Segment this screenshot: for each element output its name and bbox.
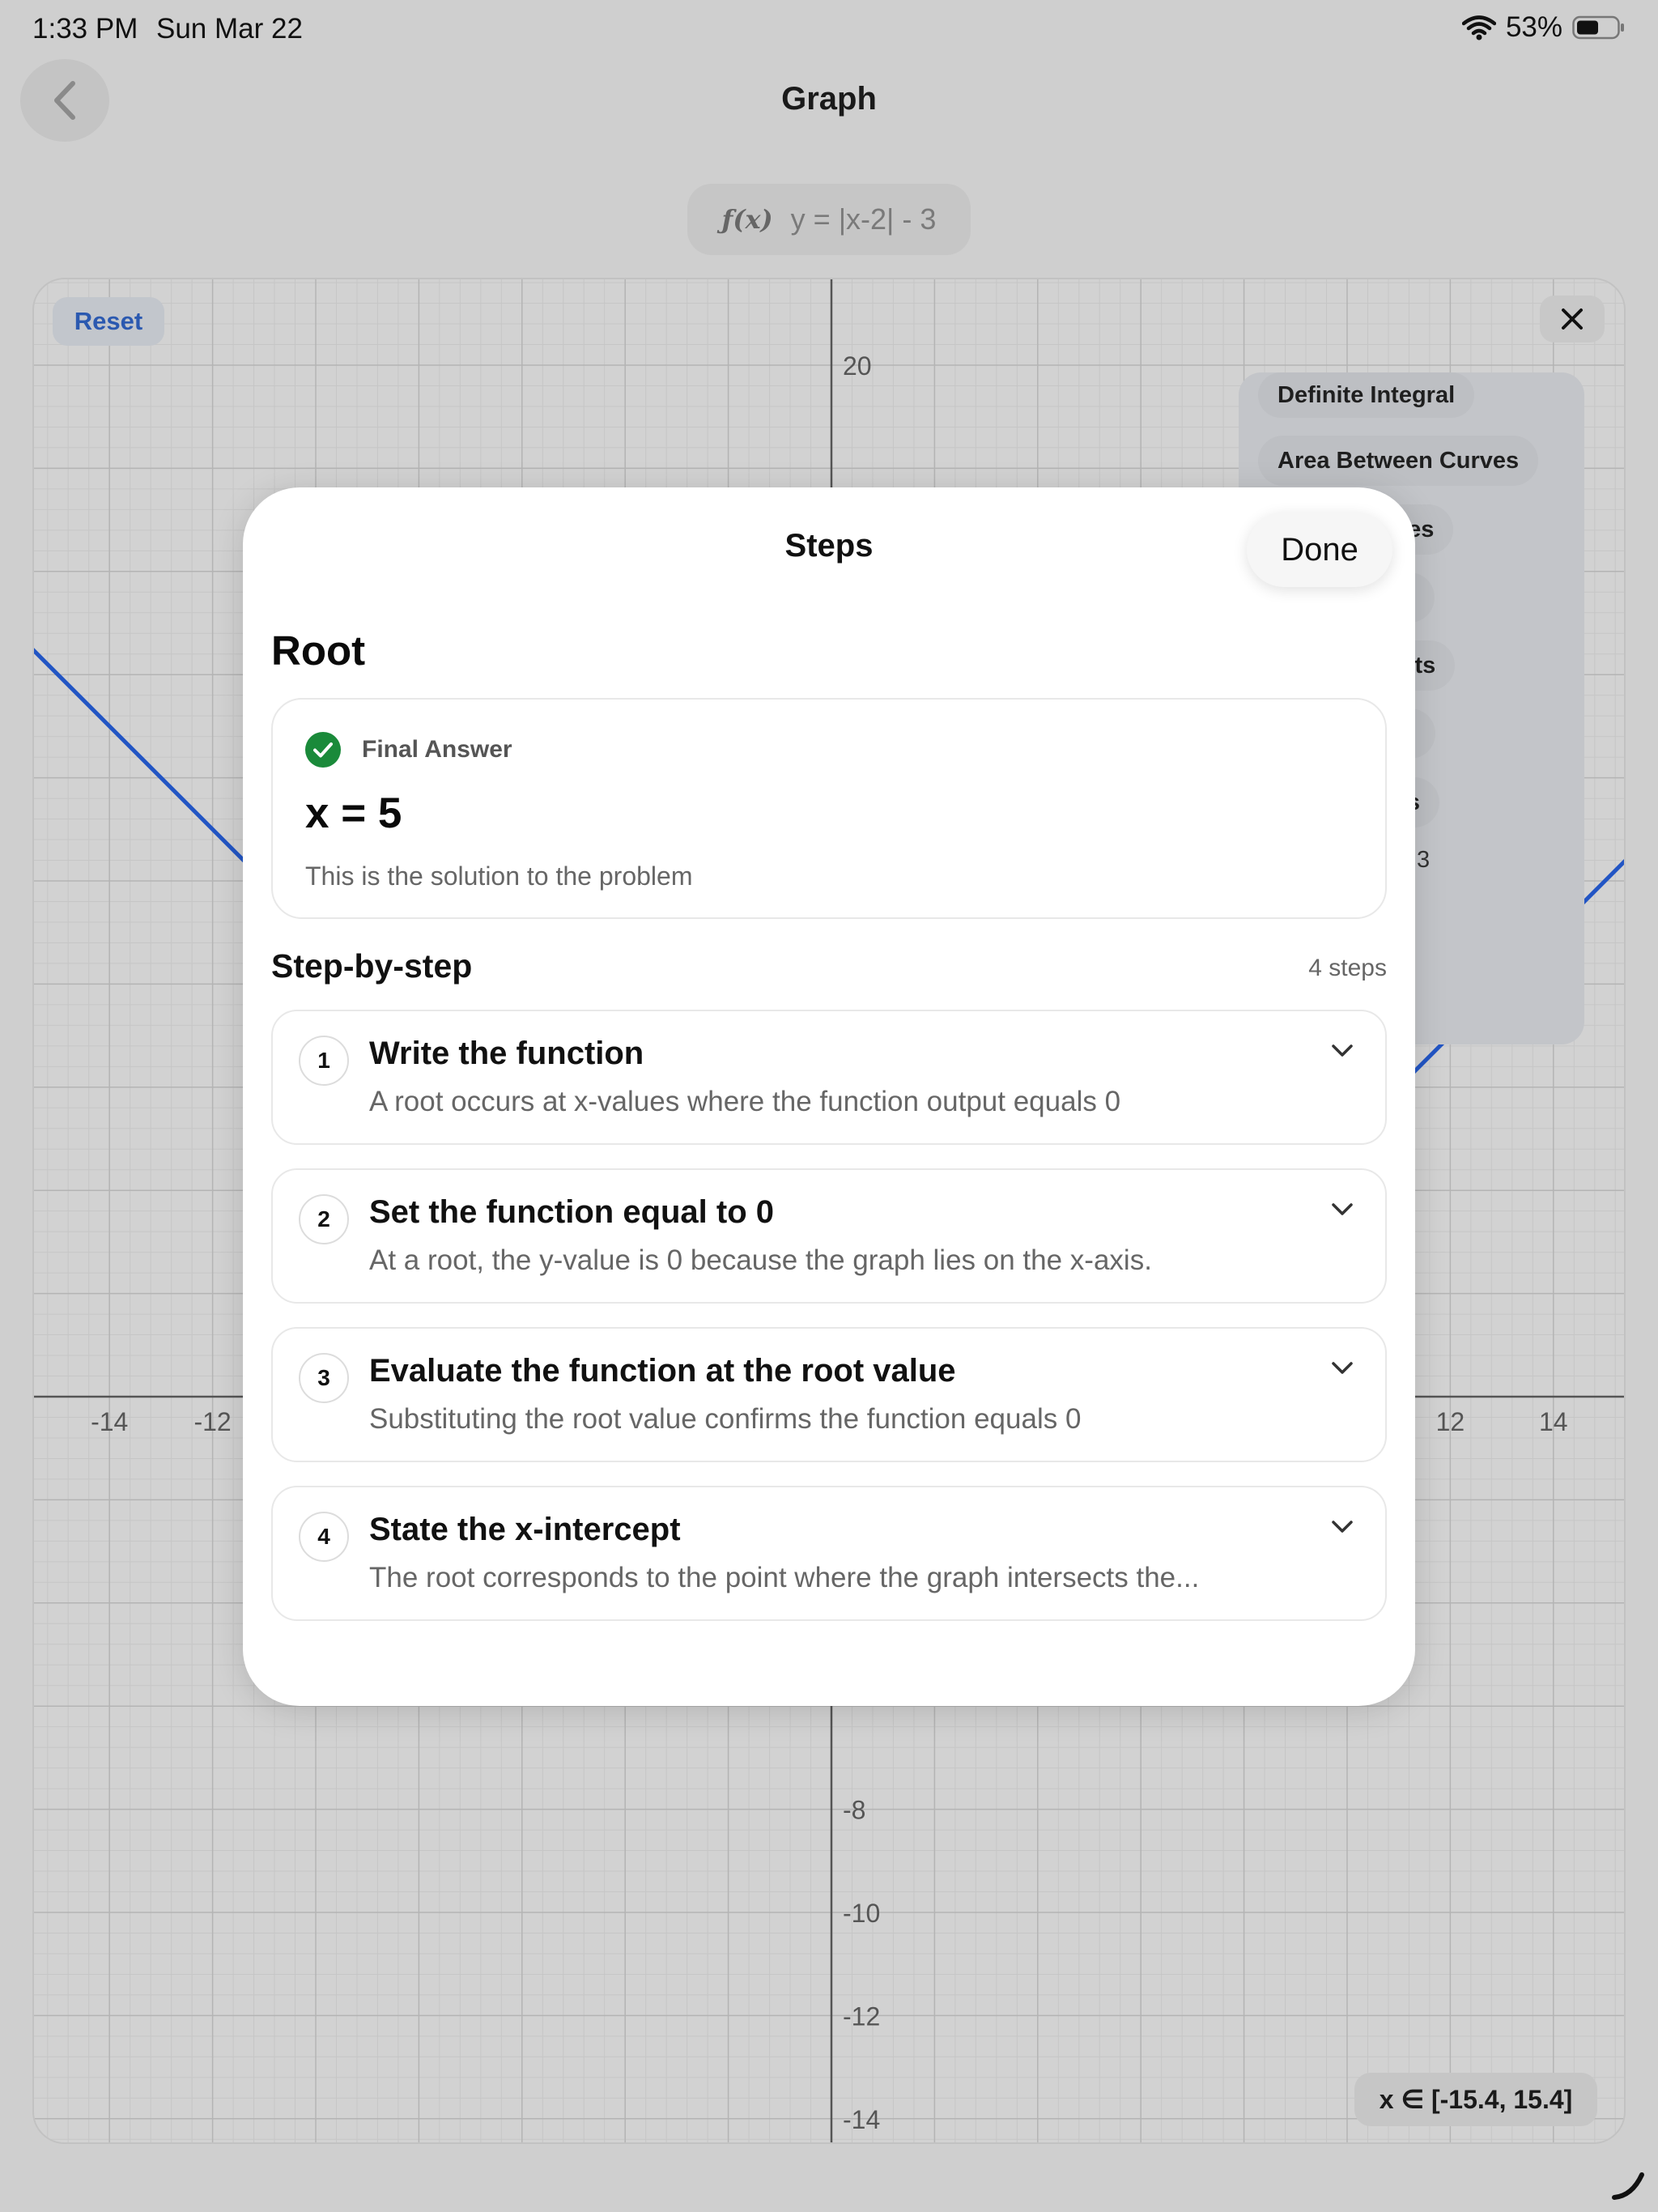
step-title: Evaluate the function at the root value	[369, 1353, 956, 1389]
final-answer-description: This is the solution to the problem	[305, 861, 693, 891]
final-answer-value: x = 5	[305, 789, 402, 837]
final-answer-card: Final Answer x = 5 This is the solution …	[271, 698, 1387, 919]
close-icon	[1562, 308, 1583, 330]
function-expression: y = |x-2| - 3	[790, 202, 937, 236]
tool-definite-integral[interactable]: Definite Integral	[1258, 372, 1475, 418]
step-card-3[interactable]: 3 Evaluate the function at the root valu…	[271, 1327, 1387, 1462]
function-pill[interactable]: ƒ(x) y = |x-2| - 3	[687, 184, 971, 255]
reset-button[interactable]: Reset	[53, 297, 164, 346]
y-tick-label: -12	[843, 2001, 880, 2031]
function-icon: ƒ(x)	[721, 204, 773, 235]
step-card-4[interactable]: 4 State the x-intercept The root corresp…	[271, 1486, 1387, 1621]
step-number: 2	[299, 1194, 349, 1244]
y-tick-label: -10	[843, 1899, 880, 1928]
y-tick-label: -8	[843, 1796, 865, 1825]
step-number: 4	[299, 1512, 349, 1562]
battery-percent: 53%	[1505, 11, 1562, 43]
tool-area-between-curves[interactable]: Area Between Curves	[1258, 436, 1539, 486]
battery-icon	[1572, 15, 1624, 40]
x-tick-label: -14	[91, 1407, 128, 1436]
step-title: State the x-intercept	[369, 1512, 681, 1547]
step-number: 3	[299, 1353, 349, 1403]
step-card-1[interactable]: 1 Write the function A root occurs at x-…	[271, 1010, 1387, 1145]
step-description: At a root, the y-value is 0 because the …	[369, 1244, 1152, 1276]
x-range-pill[interactable]: x ∈ [-15.4, 15.4]	[1354, 2073, 1597, 2126]
step-card-2[interactable]: 2 Set the function equal to 0 At a root,…	[271, 1168, 1387, 1304]
tool-extra-value: 3	[1417, 847, 1431, 873]
chevron-down-icon[interactable]	[1328, 1194, 1357, 1223]
pencil-stroke-icon	[1612, 2172, 1644, 2200]
chevron-down-icon[interactable]	[1328, 1036, 1357, 1065]
x-tick-label: 14	[1539, 1407, 1568, 1436]
y-tick-label: 20	[843, 351, 872, 381]
steps-sheet: Steps Done Root Final Answer x = 5 This …	[243, 487, 1415, 1706]
step-description: The root corresponds to the point where …	[369, 1562, 1200, 1593]
section-heading: Root	[271, 627, 366, 674]
step-title: Write the function	[369, 1036, 644, 1071]
check-circle-icon	[305, 732, 341, 768]
status-date: Sun Mar 22	[156, 13, 303, 45]
status-bar: 1:33 PM Sun Mar 22 53%	[0, 0, 1658, 58]
status-right: 53%	[1461, 11, 1626, 44]
step-count: 4 steps	[1308, 955, 1387, 981]
final-answer-label: Final Answer	[362, 736, 512, 763]
chevron-down-icon[interactable]	[1328, 1512, 1357, 1541]
wifi-icon	[1461, 15, 1496, 40]
chevron-down-icon[interactable]	[1328, 1353, 1357, 1382]
x-tick-label: -12	[193, 1407, 231, 1436]
done-button[interactable]: Done	[1247, 513, 1392, 587]
sheet-title: Steps	[784, 528, 874, 564]
page-title: Graph	[781, 81, 877, 117]
step-by-step-heading: Step-by-step	[271, 947, 473, 985]
step-title: Set the function equal to 0	[369, 1194, 775, 1230]
step-description: Substituting the root value confirms the…	[369, 1403, 1082, 1435]
status-time: 1:33 PM	[32, 13, 138, 45]
y-tick-label: -14	[843, 2105, 880, 2134]
step-number: 1	[299, 1036, 349, 1086]
step-description: A root occurs at x-values where the func…	[369, 1086, 1121, 1117]
close-tools-button[interactable]	[1540, 296, 1605, 342]
x-tick-label: 12	[1436, 1407, 1465, 1436]
